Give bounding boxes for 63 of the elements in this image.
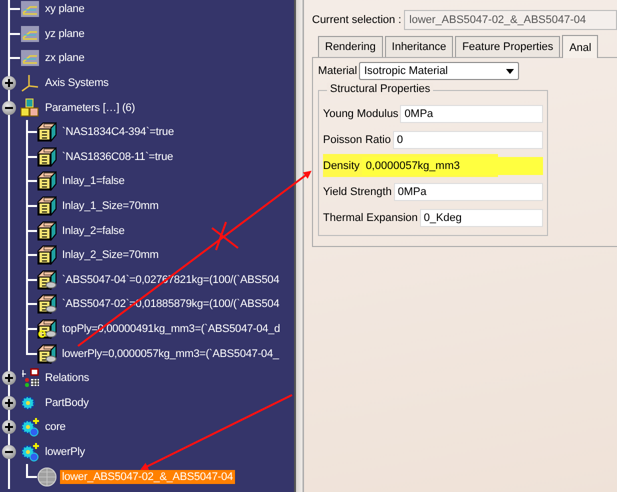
plane-icon (20, 24, 40, 44)
input-field[interactable]: 0,0000057kg_mm3 (362, 156, 543, 174)
collapse-icon[interactable] (2, 100, 16, 115)
plane-icon (20, 48, 40, 68)
tab[interactable]: Anal (562, 35, 598, 58)
parameter-icon (37, 294, 57, 314)
tree-item[interactable]: lowerPly (43, 444, 87, 459)
tree-item[interactable]: lowerPly=0,0000057kg_mm3=(`ABS5047-04_ (60, 346, 281, 361)
tree-item[interactable]: xy plane (43, 2, 86, 16)
sphere-icon (37, 466, 57, 487)
parameters-icon (20, 98, 40, 118)
expand-icon[interactable] (2, 76, 16, 90)
field-label: Current selection : (312, 14, 402, 26)
field-label: Yield Strength (323, 186, 392, 198)
group-title: Structural Properties (327, 83, 434, 95)
input-field[interactable]: 0 (392, 130, 543, 148)
tree-item[interactable]: zx plane (43, 51, 86, 66)
field-label: Material (318, 65, 358, 77)
plane-icon (20, 0, 40, 20)
tab[interactable]: Inheritance (384, 36, 454, 57)
input-field[interactable]: 0_Kdeg (420, 208, 543, 226)
parameter-icon (37, 196, 57, 216)
tree-item[interactable]: yz plane (43, 26, 86, 41)
parameter-icon (37, 171, 57, 192)
tree-item[interactable]: PartBody (43, 396, 91, 410)
tree-item[interactable]: Relations (43, 371, 92, 386)
current-selection-field: lower_ABS5047-02_&_ABS5047-04 (404, 10, 617, 30)
splitter[interactable] (294, 0, 304, 492)
field-label: Young Modulus (323, 108, 398, 120)
gear-icon (20, 417, 40, 438)
parameter-icon (37, 220, 57, 241)
tree-item[interactable]: Inlay_1=false (60, 174, 127, 188)
parameter-icon (37, 344, 57, 364)
parameter-icon (37, 319, 57, 340)
expand-icon[interactable] (2, 371, 16, 386)
parameter-icon (37, 146, 57, 167)
tree-item[interactable]: Axis Systems (43, 76, 111, 90)
parameter-icon (37, 122, 57, 142)
parameter-icon (37, 270, 57, 290)
relations-icon (20, 368, 40, 388)
input-field[interactable]: 0MPa (394, 182, 543, 200)
gear-icon (20, 442, 40, 462)
tree-item[interactable]: Inlay_2=false (60, 224, 127, 238)
collapse-icon[interactable] (2, 444, 16, 459)
tree-item[interactable]: `NAS1834C4-394`=true (60, 125, 176, 140)
axis-icon (20, 73, 40, 94)
expand-icon[interactable] (2, 420, 16, 434)
tab[interactable]: Feature Properties (455, 36, 560, 57)
dropdown-arrow-icon (506, 68, 514, 74)
tab[interactable]: Rendering (318, 36, 383, 57)
tree-item[interactable]: Inlay_1_Size=70mm (60, 199, 161, 214)
expand-icon[interactable] (2, 396, 16, 410)
tree-item[interactable]: Inlay_2_Size=70mm (60, 248, 161, 262)
tree-item[interactable]: `NAS1836C08-11`=true (60, 150, 176, 164)
parameter-icon (37, 245, 57, 266)
field-label: Density (323, 160, 360, 172)
field-label: Thermal Expansion (323, 212, 418, 224)
material-dropdown[interactable]: Isotropic Material (359, 62, 520, 80)
tree-item[interactable]: Parameters […] (6) (43, 100, 137, 115)
field-label: Poisson Ratio (323, 134, 391, 146)
tree-item[interactable]: core (43, 420, 68, 434)
input-field[interactable]: 0MPa (400, 104, 543, 122)
cross-mark (211, 221, 239, 251)
